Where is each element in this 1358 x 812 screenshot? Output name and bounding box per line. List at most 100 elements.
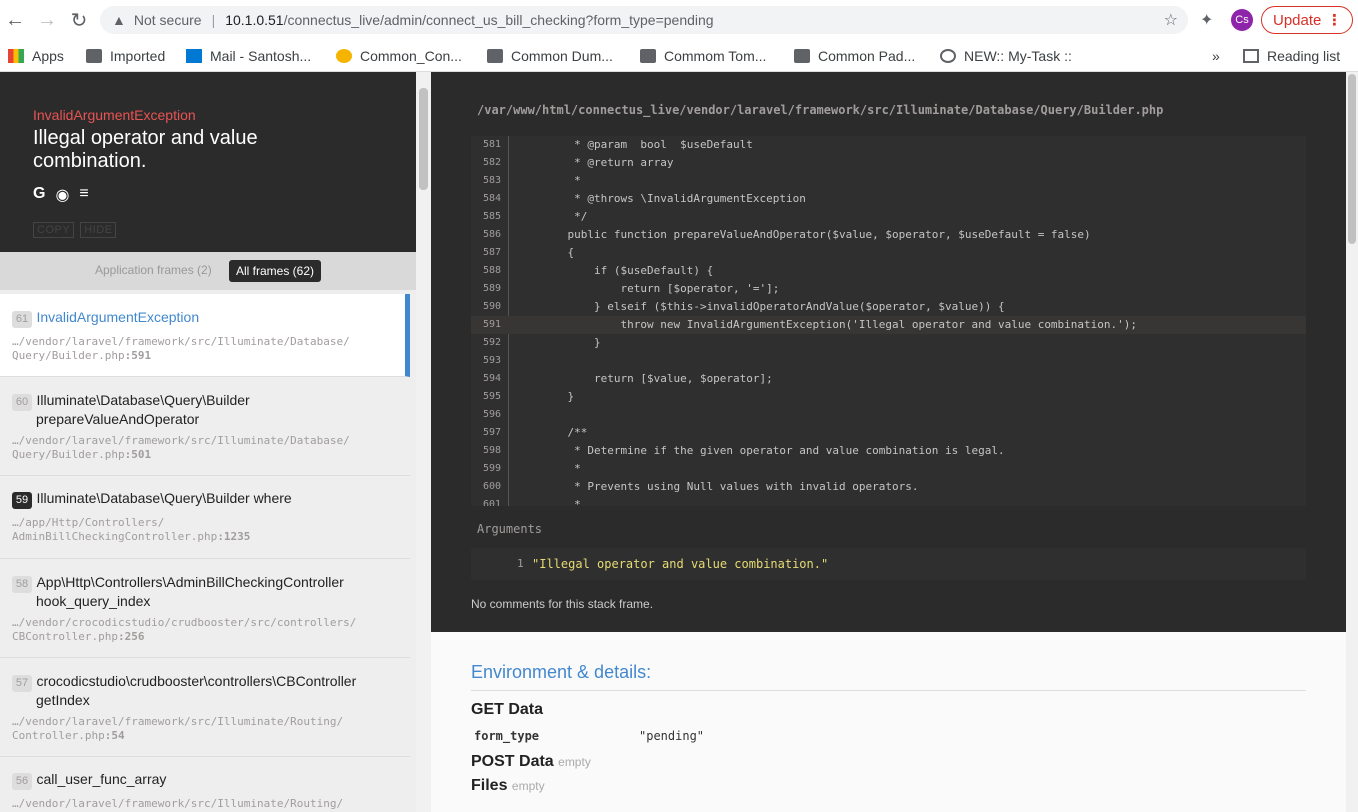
frame-line: :1235 xyxy=(217,530,251,543)
frame-item[interactable]: 60 Illuminate\Database\Query\Builder prep… xyxy=(0,377,410,476)
bookmark-apps[interactable]: Apps xyxy=(8,40,64,72)
application-frames-tab[interactable]: Application frames (2) xyxy=(95,263,212,277)
frame-file-name: AdminBillCheckingController.php xyxy=(12,530,218,543)
code-text: /** xyxy=(541,426,588,439)
bookmark-label: Common Pad... xyxy=(818,48,916,64)
line-number: 586 xyxy=(483,229,502,240)
bookmarks-bar: Apps Imported Mail - Santosh... Common_C… xyxy=(0,40,1358,72)
url-host: 10.1.0.51 xyxy=(225,12,284,28)
code-file-path[interactable]: /var/www/html/connectus_live/vendor/lara… xyxy=(477,103,1163,117)
bookmark-common-con[interactable]: Common_Con... xyxy=(336,40,462,72)
code-line: 600 * Prevents using Null values with in… xyxy=(471,478,1306,496)
arguments-title: Arguments xyxy=(477,522,543,536)
puzzle-icon[interactable]: ✦ xyxy=(1200,10,1220,30)
code-text: } xyxy=(541,336,601,349)
code-text: { xyxy=(541,246,575,259)
line-number: 591 xyxy=(483,319,502,330)
frame-line: :256 xyxy=(117,630,145,643)
frame-item[interactable]: 59 Illuminate\Database\Query\Builder whe… xyxy=(0,476,410,559)
bookmark-my-task[interactable]: NEW:: My-Task :: xyxy=(940,40,1072,72)
search-links: G ◉ ≡ xyxy=(33,185,89,205)
section-label: Files xyxy=(471,777,508,794)
frame-method: prepareValueAndOperator xyxy=(36,411,200,427)
frame-file-path: …/vendor/crocodicstudio/crudbooster/src/… xyxy=(12,616,357,629)
address-separator: | xyxy=(211,12,216,28)
line-number: 582 xyxy=(483,157,502,168)
bookmark-label: Common Dum... xyxy=(511,48,613,64)
code-text: return [$operator, '=']; xyxy=(541,282,780,295)
star-icon[interactable]: ☆ xyxy=(1164,10,1178,30)
code-line: 587 { xyxy=(471,244,1306,262)
frame-class: InvalidArgumentException xyxy=(36,309,200,325)
frame-item[interactable]: 56 call_user_func_array …/vendor/laravel… xyxy=(0,757,410,812)
stackoverflow-icon[interactable]: ≡ xyxy=(79,185,88,205)
line-number: 587 xyxy=(483,247,502,258)
arguments-box: 1 "Illegal operator and value combinatio… xyxy=(471,548,1306,580)
code-line: 597 /** xyxy=(471,424,1306,442)
data-value: "pending" xyxy=(639,729,705,743)
line-number: 585 xyxy=(483,211,502,222)
code-line: 594 return [$value, $operator]; xyxy=(471,370,1306,388)
line-number: 583 xyxy=(483,175,502,186)
data-key: form_type xyxy=(474,729,540,743)
hide-button[interactable]: HIDE xyxy=(80,222,117,238)
frame-item[interactable]: 61 InvalidArgumentException …/vendor/lar… xyxy=(0,294,410,377)
code-line: 583 * xyxy=(471,172,1306,190)
frame-filter: Application frames (2) All frames (62) xyxy=(0,252,416,290)
code-line: 601 * xyxy=(471,496,1306,506)
line-number: 598 xyxy=(483,445,502,456)
code-text: * xyxy=(541,174,581,187)
code-line: 595 } xyxy=(471,388,1306,406)
scrollbar-thumb[interactable] xyxy=(1348,74,1356,244)
empty-label: empty xyxy=(558,755,591,769)
copy-button[interactable]: COPY xyxy=(33,222,75,238)
line-number: 600 xyxy=(483,481,502,492)
bookmark-mail[interactable]: Mail - Santosh... xyxy=(186,40,311,72)
frame-item[interactable]: 58 App\Http\Controllers\AdminBillCheckin… xyxy=(0,559,410,658)
update-button[interactable]: Update ⋮ xyxy=(1261,6,1353,34)
folder-icon xyxy=(794,49,810,63)
frame-file-name: Query/Builder.php xyxy=(12,448,125,461)
line-number: 590 xyxy=(483,301,502,312)
empty-label: empty xyxy=(511,779,545,793)
all-frames-tab[interactable]: All frames (62) xyxy=(229,260,322,282)
frame-class: Illuminate\Database\Query\Builder where xyxy=(36,490,292,506)
avatar[interactable]: Cs xyxy=(1231,9,1253,31)
code-frame: /var/www/html/connectus_live/vendor/lara… xyxy=(431,72,1346,632)
code-text: */ xyxy=(541,210,588,223)
update-label: Update xyxy=(1273,11,1322,29)
code-text: public function prepareValueAndOperator(… xyxy=(541,228,1091,241)
bookmark-commom-tom[interactable]: Commom Tom... xyxy=(640,40,766,72)
forward-icon[interactable]: → xyxy=(34,7,60,33)
code-line: 592 } xyxy=(471,334,1306,352)
warning-icon: ▲ xyxy=(112,12,126,28)
reading-list-icon xyxy=(1243,49,1259,63)
reload-icon[interactable]: ↻ xyxy=(66,7,92,33)
more-bookmarks-button[interactable]: » xyxy=(1212,40,1220,72)
scrollbar-thumb[interactable] xyxy=(419,88,428,190)
exception-header: InvalidArgumentException Illegal operato… xyxy=(0,72,416,252)
code-text: * xyxy=(541,498,581,506)
more-bookmarks-icon: » xyxy=(1212,48,1220,64)
bookmark-imported[interactable]: Imported xyxy=(86,40,165,72)
frame-file-path: …/vendor/laravel/framework/src/Illuminat… xyxy=(12,797,344,810)
code-text: if ($useDefault) { xyxy=(541,264,714,277)
frames-scrollbar[interactable] xyxy=(416,72,431,812)
frame-item[interactable]: 57 crocodicstudio\crudbooster\controller… xyxy=(0,658,410,757)
address-bar[interactable]: ▲ Not secure | 10.1.0.51/connectus_live/… xyxy=(100,6,1188,34)
code-line: 593 xyxy=(471,352,1306,370)
bookmark-label: Common_Con... xyxy=(360,48,462,64)
folder-icon xyxy=(640,49,656,63)
frame-number: 57 xyxy=(12,675,32,692)
duckduckgo-icon[interactable]: ◉ xyxy=(55,185,69,205)
google-icon[interactable]: G xyxy=(33,185,45,205)
code-text: } elseif ($this->invalidOperatorAndValue… xyxy=(541,300,1005,313)
back-icon[interactable]: ← xyxy=(2,7,28,33)
frame-number: 59 xyxy=(12,492,32,509)
frame-line: :54 xyxy=(104,729,125,742)
reading-list-button[interactable]: Reading list xyxy=(1243,40,1340,72)
more-vert-icon[interactable]: ⋮ xyxy=(1327,11,1342,29)
bookmark-common-pad[interactable]: Common Pad... xyxy=(794,40,915,72)
bookmark-common-dum[interactable]: Common Dum... xyxy=(487,40,613,72)
page-scrollbar[interactable] xyxy=(1346,72,1358,812)
